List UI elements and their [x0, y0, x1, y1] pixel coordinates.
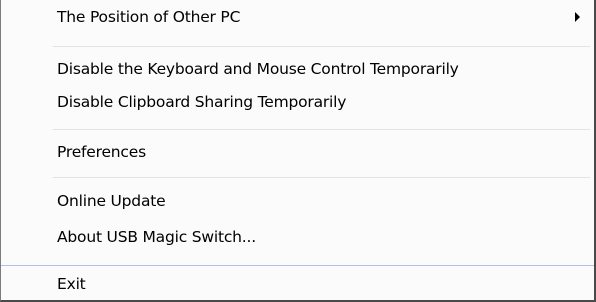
context-menu: The Position of Other PC Disable the Key…: [0, 0, 596, 302]
menu-item-preferences[interactable]: Preferences: [1, 137, 594, 167]
menu-item-label: The Position of Other PC: [57, 8, 241, 26]
menu-separator: [53, 46, 590, 47]
menu-item-label: Online Update: [57, 192, 166, 210]
menu-item-exit[interactable]: Exit: [1, 268, 594, 299]
menu-item-online-update[interactable]: Online Update: [1, 186, 594, 216]
menu-item-about[interactable]: About USB Magic Switch...: [1, 222, 594, 252]
menu-item-label: Disable Clipboard Sharing Temporarily: [57, 93, 347, 111]
menu-separator: [53, 177, 590, 178]
menu-item-position-of-other-pc[interactable]: The Position of Other PC: [1, 2, 594, 32]
menu-item-disable-keyboard-mouse[interactable]: Disable the Keyboard and Mouse Control T…: [1, 54, 594, 84]
submenu-arrow-icon: [575, 12, 580, 22]
menu-separator-highlight: [1, 265, 594, 266]
menu-item-label: About USB Magic Switch...: [57, 228, 256, 246]
menu-item-label: Preferences: [57, 143, 146, 161]
menu-item-label: Exit: [57, 274, 86, 293]
menu-item-disable-clipboard-sharing[interactable]: Disable Clipboard Sharing Temporarily: [1, 87, 594, 117]
menu-separator: [53, 129, 590, 130]
menu-item-label: Disable the Keyboard and Mouse Control T…: [57, 60, 459, 78]
